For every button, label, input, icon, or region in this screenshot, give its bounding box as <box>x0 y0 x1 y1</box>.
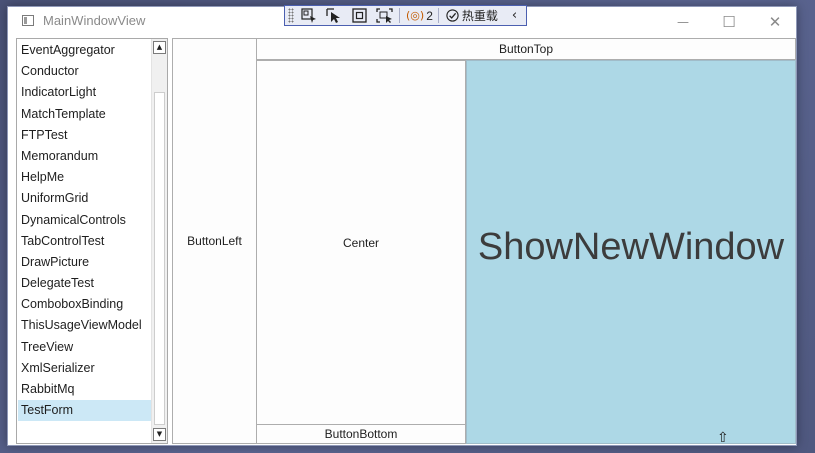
hot-reload-check-icon <box>446 9 459 22</box>
vertical-scrollbar[interactable]: ▲ ▼ <box>151 39 167 443</box>
minimize-icon: — <box>677 14 689 29</box>
button-left-label: ButtonLeft <box>187 234 242 248</box>
select-element-button[interactable] <box>299 7 319 24</box>
show-new-window-button[interactable]: ShowNewWindow <box>466 60 796 444</box>
runtime-debug-toolbar: (◎) 2 热重载 ‹ <box>284 5 527 26</box>
track-focused-element-button[interactable] <box>374 7 394 24</box>
button-bottom[interactable]: ButtonBottom <box>256 424 466 444</box>
track-focus-button[interactable] <box>324 7 344 24</box>
list-item[interactable]: ThisUsageViewModel <box>18 315 151 336</box>
list-item[interactable]: HelpMe <box>18 167 151 188</box>
list-item[interactable]: TreeView <box>18 337 151 358</box>
binding-failure-icon: (◎) <box>406 9 425 22</box>
button-top[interactable]: ButtonTop <box>256 38 796 60</box>
toolbar-grip-icon[interactable] <box>288 8 294 23</box>
list-item[interactable]: DrawPicture <box>18 252 151 273</box>
show-new-window-label: ShowNewWindow <box>477 225 785 268</box>
list-item[interactable]: UniformGrid <box>18 188 151 209</box>
binding-failures-badge[interactable]: (◎) 2 <box>406 9 433 23</box>
minimize-button[interactable]: — <box>660 7 706 36</box>
list-items: EventAggregator Conductor IndicatorLight Ma… <box>18 40 151 422</box>
center-button-label: Center <box>342 235 380 250</box>
list-item[interactable]: IndicatorLight <box>18 82 151 103</box>
hot-reload-label: 热重载 <box>461 9 498 23</box>
toolbar-separator <box>437 8 439 23</box>
close-icon: ✕ <box>768 12 782 31</box>
list-item[interactable]: RabbitMq <box>18 379 151 400</box>
display-layout-adorners-icon <box>351 8 367 23</box>
button-left[interactable]: ButtonLeft <box>172 38 257 444</box>
maximize-button[interactable]: ☐ <box>706 7 752 36</box>
collapse-toolbar-icon[interactable]: ‹ <box>512 8 517 23</box>
main-window: MainWindowView — ☐ ✕ EventAggregator Cond… <box>7 6 797 446</box>
scrollbar-thumb[interactable] <box>154 92 165 425</box>
maximize-icon: ☐ <box>722 12 736 31</box>
mouse-cursor-icon: ⇧ <box>717 430 729 446</box>
list-item[interactable]: FTPTest <box>18 125 151 146</box>
binding-failure-count: 2 <box>426 8 433 23</box>
app-window-icon <box>22 15 34 26</box>
toolbar-separator <box>399 8 400 23</box>
list-item[interactable]: TestForm <box>18 400 151 422</box>
center-button[interactable]: Center <box>256 60 466 425</box>
list-item[interactable]: XmlSerializer <box>18 358 151 379</box>
scroll-up-arrow-icon[interactable]: ▲ <box>153 41 166 54</box>
scroll-down-arrow-icon[interactable]: ▼ <box>153 428 166 441</box>
track-focused-element-icon <box>375 8 393 23</box>
list-item[interactable]: TabControlTest <box>18 231 151 252</box>
list-item[interactable]: DynamicalControls <box>18 210 151 231</box>
navigation-listbox[interactable]: EventAggregator Conductor IndicatorLight Ma… <box>16 38 168 444</box>
list-item[interactable]: EventAggregator <box>18 40 151 61</box>
display-layout-adorners-button[interactable] <box>349 7 369 24</box>
list-item[interactable]: ComboboxBinding <box>18 294 151 315</box>
list-item[interactable]: MatchTemplate <box>18 104 151 125</box>
select-element-icon <box>301 8 316 23</box>
track-focus-icon <box>326 8 340 23</box>
button-bottom-label: ButtonBottom <box>324 427 398 441</box>
button-top-label: ButtonTop <box>498 42 554 56</box>
close-button[interactable]: ✕ <box>752 7 798 36</box>
hot-reload-button[interactable]: 热重载 <box>446 7 498 24</box>
window-title: MainWindowView <box>43 13 146 28</box>
list-item[interactable]: Memorandum <box>18 146 151 167</box>
list-item[interactable]: Conductor <box>18 61 151 82</box>
list-item[interactable]: DelegateTest <box>18 273 151 294</box>
